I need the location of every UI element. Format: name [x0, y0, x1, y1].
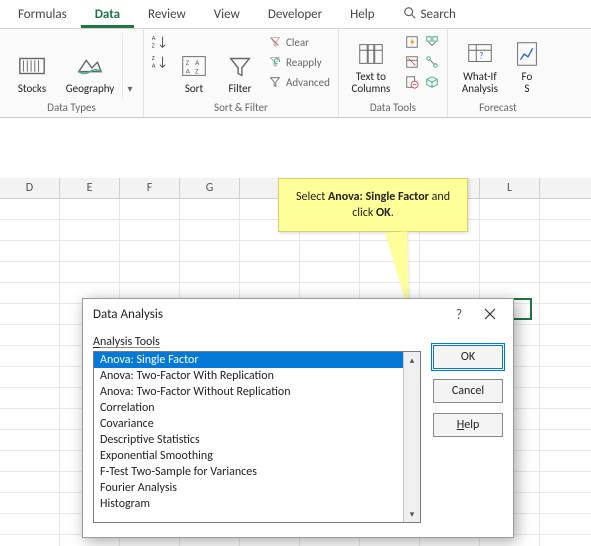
- reapply-icon: [268, 55, 282, 69]
- list-item[interactable]: Anova: Two-Factor With Replication: [94, 368, 403, 384]
- list-item[interactable]: Anova: Two-Factor Without Replication: [94, 384, 403, 400]
- list-item[interactable]: Anova: Single Factor: [94, 352, 403, 368]
- what-if-button[interactable]: ? What-If Analysis: [454, 33, 506, 95]
- cancel-button[interactable]: Cancel: [433, 379, 503, 403]
- clear-button[interactable]: Clear: [266, 33, 332, 51]
- sort-asc-button[interactable]: AZ: [150, 33, 168, 51]
- clear-icon: [268, 35, 282, 49]
- group-label-forecast: Forecast: [479, 99, 517, 115]
- close-icon: [484, 308, 496, 320]
- reapply-button[interactable]: Reapply: [266, 53, 332, 71]
- geography-icon: [75, 51, 105, 81]
- scroll-down-icon[interactable]: ▾: [404, 506, 420, 522]
- tab-data[interactable]: Data: [81, 3, 134, 28]
- col-header[interactable]: D: [0, 178, 60, 198]
- sort-button[interactable]: ZAAZ Sort: [174, 33, 214, 95]
- spreadsheet[interactable]: D E F G K L Select Anova: Single Factor …: [0, 118, 591, 546]
- dialog-help-button[interactable]: ?: [445, 301, 473, 327]
- listbox-label: AAnalysis Toolsnalysis Tools: [93, 335, 421, 349]
- scroll-up-icon[interactable]: ▴: [404, 352, 420, 368]
- svg-text:A: A: [152, 61, 156, 69]
- col-header[interactable]: L: [480, 178, 540, 198]
- advanced-button[interactable]: Advanced: [266, 73, 332, 91]
- forecast-sheet-button[interactable]: Fo S: [512, 33, 542, 95]
- list-item[interactable]: Histogram: [94, 496, 403, 512]
- geography-button[interactable]: Geography: [64, 33, 116, 95]
- group-data-types: Stocks Geography ▾ Data Types: [0, 29, 144, 117]
- stocks-icon: [17, 51, 47, 81]
- flash-fill-button[interactable]: [403, 33, 421, 51]
- remove-duplicates-button[interactable]: [403, 53, 421, 71]
- list-item[interactable]: Correlation: [94, 400, 403, 416]
- relationships-icon: [425, 55, 439, 69]
- sort-desc-icon: ZA: [150, 52, 168, 72]
- col-header[interactable]: F: [120, 178, 180, 198]
- group-label-sortfilter: Sort & Filter: [214, 99, 268, 115]
- data-model-icon: [425, 75, 439, 89]
- list-item[interactable]: F-Test Two-Sample for Variances: [94, 464, 403, 480]
- consolidate-button[interactable]: [423, 33, 441, 51]
- group-sort-filter: AZ ZA ZAAZ Sort Filter Clear Reapply Adv…: [144, 29, 339, 117]
- filter-icon: [225, 51, 255, 81]
- data-analysis-dialog: Data Analysis ? AAnalysis Toolsnalysis T…: [82, 298, 514, 538]
- list-item[interactable]: Fourier Analysis: [94, 480, 403, 496]
- svg-text:?: ?: [479, 50, 483, 62]
- text-to-columns-button[interactable]: Text to Columns: [345, 33, 397, 95]
- filter-button[interactable]: Filter: [220, 33, 260, 95]
- relationships-button[interactable]: [423, 53, 441, 71]
- ok-button[interactable]: OK: [433, 345, 503, 369]
- tab-help[interactable]: Help: [336, 3, 388, 28]
- what-if-icon: ?: [465, 39, 495, 69]
- list-item[interactable]: Exponential Smoothing: [94, 448, 403, 464]
- sort-desc-button[interactable]: ZA: [150, 53, 168, 71]
- ribbon-tabs: Formulas Data Review View Developer Help…: [0, 0, 591, 29]
- text-to-columns-icon: [356, 39, 386, 69]
- svg-text:Z: Z: [195, 68, 199, 77]
- group-data-tools: Text to Columns Data Tools: [339, 29, 448, 117]
- list-item[interactable]: Covariance: [94, 416, 403, 432]
- svg-text:A: A: [186, 68, 191, 77]
- group-label-datatypes: Data Types: [47, 99, 96, 115]
- list-item[interactable]: Descriptive Statistics: [94, 432, 403, 448]
- group-label-datatools: Data Tools: [370, 99, 416, 115]
- svg-text:Z: Z: [152, 41, 155, 49]
- consolidate-icon: [425, 35, 439, 49]
- data-model-button[interactable]: [423, 73, 441, 91]
- advanced-icon: [268, 75, 282, 89]
- analysis-tools-listbox[interactable]: Anova: Single Factor Anova: Two-Factor W…: [94, 352, 403, 522]
- col-header[interactable]: E: [60, 178, 120, 198]
- ribbon: Stocks Geography ▾ Data Types AZ ZA ZAAZ…: [0, 29, 591, 118]
- stocks-button[interactable]: Stocks: [6, 33, 58, 95]
- tab-view[interactable]: View: [200, 3, 254, 28]
- flash-fill-icon: [405, 35, 419, 49]
- help-button[interactable]: HelpHelp: [433, 413, 503, 437]
- remove-duplicates-icon: [405, 55, 419, 69]
- tab-developer[interactable]: Developer: [254, 3, 336, 28]
- tab-search[interactable]: Search: [389, 2, 470, 28]
- forecast-sheet-icon: [512, 39, 542, 69]
- tab-formulas[interactable]: Formulas: [4, 3, 81, 28]
- data-validation-button[interactable]: [403, 73, 421, 91]
- search-icon: [403, 6, 417, 20]
- instruction-callout: Select Anova: Single Factor and click OK…: [278, 178, 468, 232]
- sort-asc-icon: AZ: [150, 32, 168, 52]
- col-header[interactable]: G: [180, 178, 240, 198]
- sort-icon: ZAAZ: [179, 51, 209, 81]
- dialog-close-button[interactable]: [473, 301, 507, 327]
- dialog-titlebar: Data Analysis ?: [83, 299, 513, 329]
- data-validation-icon: [405, 75, 419, 89]
- dialog-title: Data Analysis: [93, 307, 163, 322]
- group-forecast: ? What-If Analysis Fo S Forecast: [448, 29, 548, 117]
- tab-review[interactable]: Review: [134, 3, 200, 28]
- listbox-scrollbar[interactable]: ▴ ▾: [403, 352, 420, 522]
- data-types-overflow[interactable]: ▾: [122, 33, 137, 99]
